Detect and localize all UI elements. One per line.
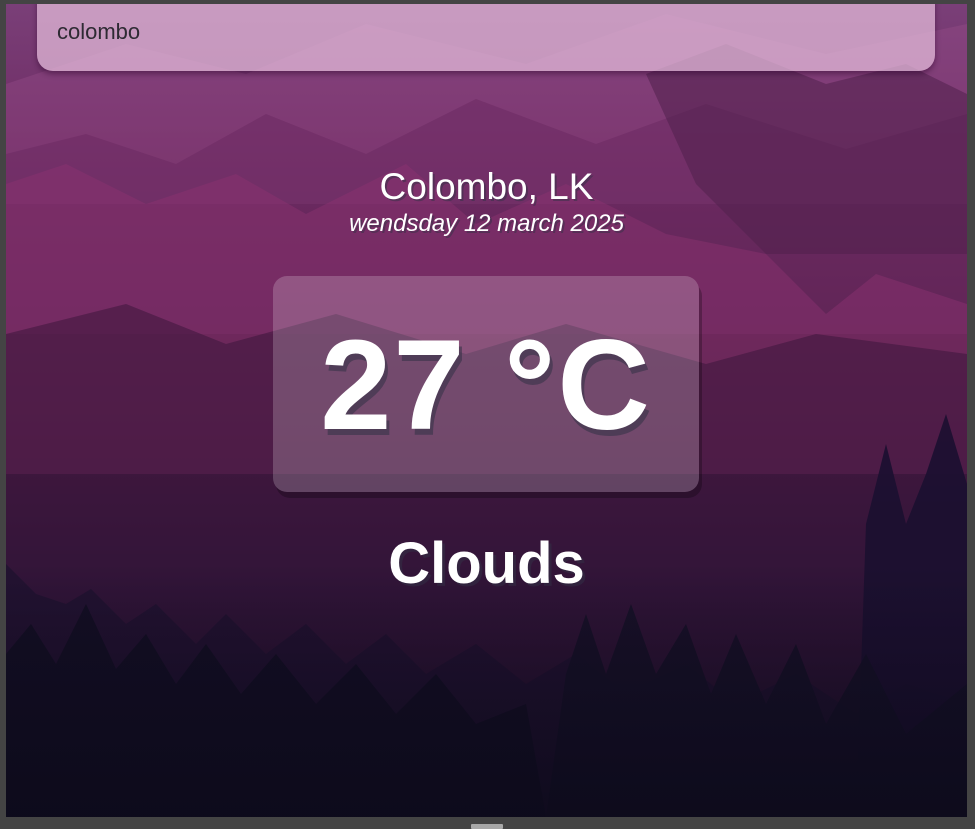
temperature-card: 27 °C [273,276,699,492]
resize-grip-icon[interactable] [471,824,503,829]
weather-app: Colombo, LK wendsday 12 march 2025 27 °C… [6,4,967,817]
current-date: wendsday 12 march 2025 [349,210,624,237]
weather-condition: Clouds [388,531,585,596]
search-input[interactable] [57,12,907,52]
location-name: Colombo, LK [379,166,594,207]
temperature-value: 27 °C [320,314,652,457]
search-bar [37,4,935,71]
window-frame: Colombo, LK wendsday 12 march 2025 27 °C… [0,0,975,829]
